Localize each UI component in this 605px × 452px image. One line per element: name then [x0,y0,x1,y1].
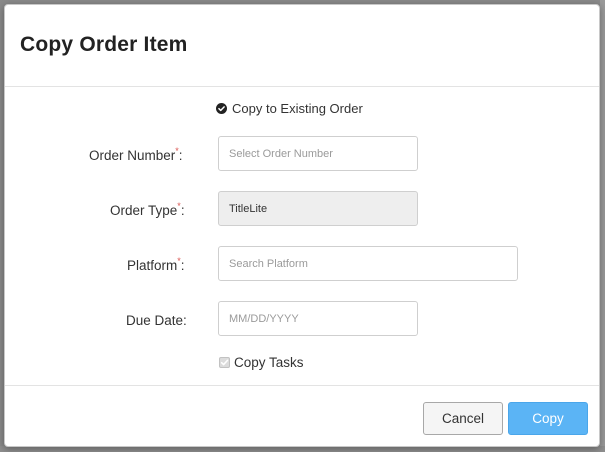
copy-button[interactable]: Copy [508,402,588,435]
copy-tasks-checkbox[interactable] [219,357,230,368]
platform-label: Platform*: [127,256,185,273]
background-page-edge [600,0,605,452]
cancel-button[interactable]: Cancel [423,402,503,435]
order-number-input[interactable] [218,136,418,171]
dialog-footer: Cancel Copy [5,385,599,447]
required-marker: * [177,201,181,211]
copy-order-item-dialog: Copy Order Item Copy to Existing Order O… [4,4,600,447]
order-number-label: Order Number*: [89,146,183,163]
copy-to-existing-option[interactable]: Copy to Existing Order [216,101,363,116]
checkmark-icon [220,359,229,366]
required-marker: * [175,146,179,156]
platform-search-input[interactable] [218,246,518,281]
check-circle-icon [216,103,227,114]
dialog-title: Copy Order Item [20,33,188,56]
dialog-header: Copy Order Item [5,5,599,87]
order-type-value: TitleLite [229,202,268,215]
due-date-input[interactable] [218,301,418,336]
required-marker: * [177,256,181,266]
order-type-label: Order Type*: [110,201,185,218]
due-date-label: Due Date: [126,313,187,328]
order-type-field: TitleLite [218,191,418,226]
copy-tasks-option[interactable]: Copy Tasks [219,355,304,370]
copy-to-existing-label: Copy to Existing Order [232,101,363,116]
copy-tasks-label: Copy Tasks [234,355,304,370]
